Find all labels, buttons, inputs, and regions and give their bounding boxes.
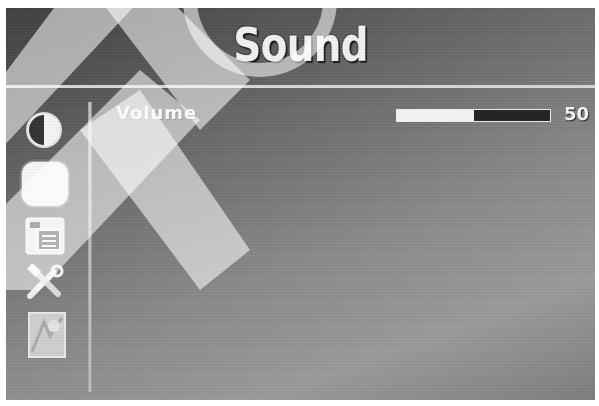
setup-icon-graphic [25, 217, 65, 255]
osd-frame: Sound Volume 50 [0, 0, 599, 406]
setup-icon[interactable] [24, 216, 66, 256]
sidebar-divider [88, 102, 92, 392]
tools-icon[interactable] [24, 262, 66, 302]
volume-label: Volume [116, 103, 198, 124]
volume-slider-fill [397, 110, 474, 121]
title-divider [6, 85, 595, 88]
tools-icon-graphic [26, 262, 64, 299]
menu-title: Sound [233, 18, 368, 72]
other-icon-graphic [28, 312, 66, 358]
contrast-icon[interactable] [24, 110, 64, 150]
volume-slider[interactable] [396, 109, 551, 122]
sound-icon[interactable] [22, 162, 68, 206]
volume-row[interactable]: Volume 50 [116, 103, 590, 129]
volume-value: 50 [564, 104, 590, 125]
other-icon[interactable] [28, 312, 66, 358]
osd-screen: Sound Volume 50 [6, 8, 595, 400]
contrast-icon-graphic [26, 112, 62, 148]
